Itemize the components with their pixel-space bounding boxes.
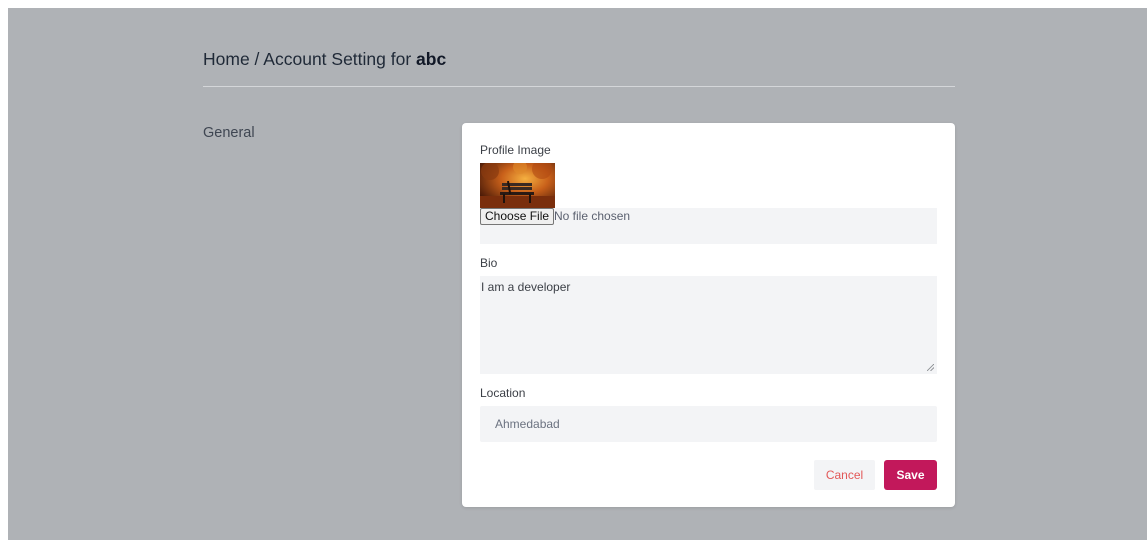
location-value: Ahmedabad — [495, 417, 560, 431]
file-status-text: No file chosen — [554, 209, 631, 223]
resize-grip-icon[interactable] — [927, 364, 934, 371]
bio-text: I am a developer — [481, 280, 571, 294]
bio-textarea[interactable]: I am a developer — [480, 276, 937, 374]
save-button[interactable]: Save — [884, 460, 937, 490]
breadcrumb: Home / Account Setting for abc — [203, 49, 446, 70]
breadcrumb-username: abc — [416, 49, 447, 69]
location-label: Location — [480, 386, 526, 400]
bio-label: Bio — [480, 256, 498, 270]
profile-image-upload: Choose File No file chosen — [480, 208, 937, 244]
profile-image-label: Profile Image — [480, 143, 551, 157]
location-input[interactable]: Ahmedabad — [480, 406, 937, 442]
header-divider — [203, 86, 955, 87]
choose-file-button[interactable]: Choose File — [480, 208, 555, 225]
autumn-park-bench-icon — [480, 163, 555, 208]
cancel-button[interactable]: Cancel — [814, 460, 875, 490]
profile-image-thumbnail — [480, 163, 555, 208]
account-settings-form: Profile Image Choose File No file chosen… — [462, 123, 955, 507]
breadcrumb-path: Home / Account Setting for — [203, 49, 412, 69]
section-general-label: General — [203, 125, 255, 141]
